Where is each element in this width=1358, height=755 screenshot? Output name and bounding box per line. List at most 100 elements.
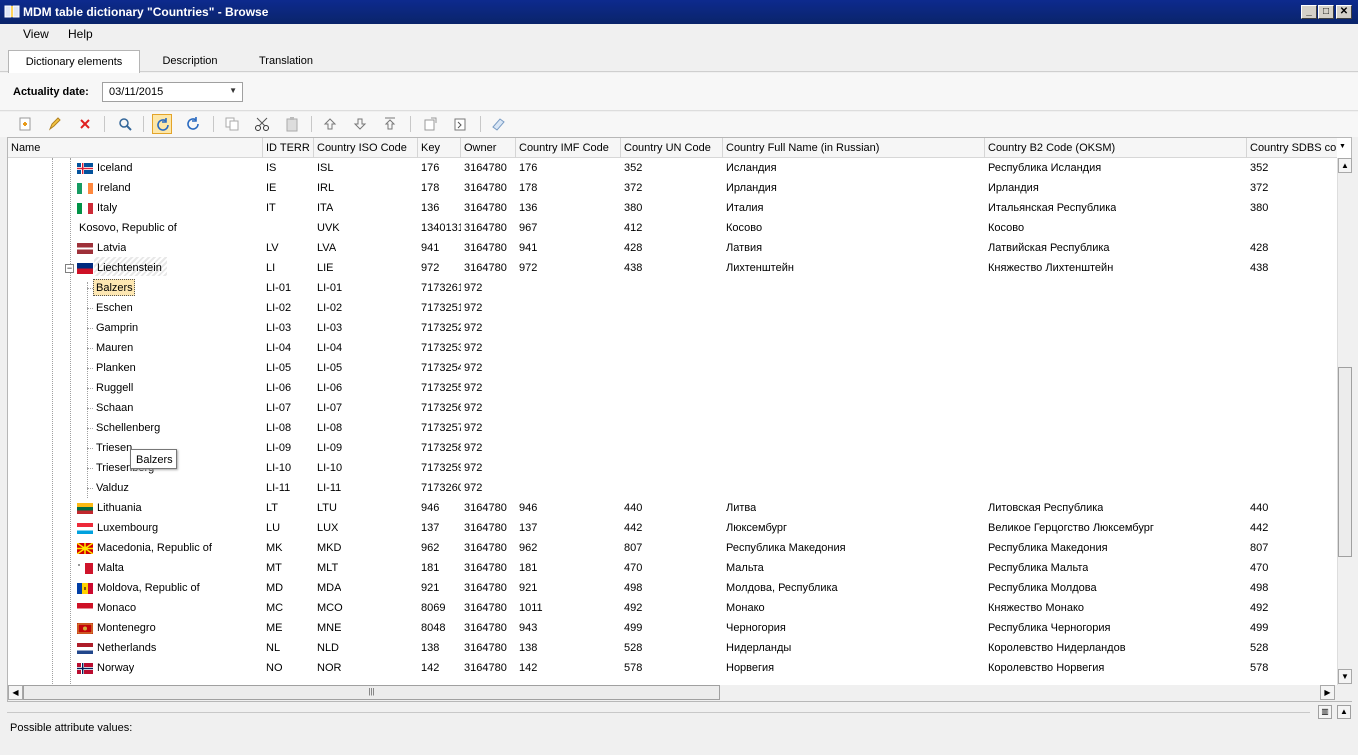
cell-key[interactable]: 137 [421, 522, 439, 534]
cell-imf[interactable]: 962 [519, 542, 537, 554]
cell-id-terr[interactable]: LI-09 [266, 442, 291, 454]
cell-iso[interactable]: LI-09 [317, 442, 342, 454]
cell-key[interactable]: 1340131 [421, 222, 461, 234]
cell-iso[interactable]: LI-08 [317, 422, 342, 434]
cell-iso[interactable]: MCO [317, 602, 343, 614]
cell-key[interactable]: 136 [421, 202, 439, 214]
column-header-id-terr[interactable]: ID TERR [263, 138, 314, 158]
cell-key[interactable]: 7173254 [421, 362, 461, 374]
cell-un[interactable]: 578 [624, 662, 642, 674]
maximize-button[interactable]: □ [1318, 5, 1334, 19]
cell-id-terr[interactable]: LI-01 [266, 282, 291, 294]
cell-un[interactable]: 352 [624, 162, 642, 174]
cell-un[interactable]: 470 [624, 562, 642, 574]
cell-key[interactable]: 972 [421, 262, 439, 274]
cell-imf[interactable]: 142 [519, 662, 537, 674]
cell-name[interactable]: Schellenberg [96, 422, 160, 434]
cell-sdbs[interactable]: 372 [1250, 182, 1268, 194]
refresh-active-button[interactable] [152, 114, 172, 134]
cell-key[interactable]: 176 [421, 162, 439, 174]
cell-full-name-ru[interactable]: Исландия [726, 162, 777, 174]
cell-owner[interactable]: 972 [464, 422, 482, 434]
cell-full-name-ru[interactable]: Ирландия [726, 182, 777, 194]
cell-sdbs[interactable]: 499 [1250, 622, 1268, 634]
cell-sdbs[interactable]: 428 [1250, 242, 1268, 254]
table-row[interactable]: Latvia LV LVA 941 3164780 941 428 Латвия Латвийс… [8, 238, 1336, 258]
cell-key[interactable]: 8048 [421, 622, 445, 634]
table-row[interactable]: Triesenberg LI-10 LI-10 7173259 972 [8, 458, 1336, 478]
cell-imf[interactable]: 967 [519, 222, 537, 234]
scroll-down-icon[interactable]: ▼ [1338, 669, 1352, 684]
vertical-scroll-thumb[interactable] [1338, 367, 1352, 557]
cell-sdbs[interactable]: 528 [1250, 642, 1268, 654]
cell-key[interactable]: 7173255 [421, 382, 461, 394]
column-menu-icon[interactable]: ▼ [1339, 143, 1346, 150]
cell-owner[interactable]: 3164780 [464, 562, 507, 574]
edit-button[interactable] [45, 114, 65, 134]
cell-name[interactable]: Triesen [96, 442, 132, 454]
cell-un[interactable]: 440 [624, 502, 642, 514]
table-row[interactable]: Triesen LI-09 LI-09 7173258 972 [8, 438, 1336, 458]
cell-imf[interactable]: 941 [519, 242, 537, 254]
scroll-left-icon[interactable]: ◀ [8, 685, 23, 700]
cell-key[interactable]: 7173260 [421, 482, 461, 494]
table-row[interactable]: Norway NO NOR 142 3164780 142 578 Норвегия Корол… [8, 658, 1336, 678]
delete-button[interactable] [75, 114, 95, 134]
table-row[interactable]: Monaco MC MCO 8069 3164780 1011 492 Монако Княже… [8, 598, 1336, 618]
cell-owner[interactable]: 972 [464, 282, 482, 294]
column-header-iso[interactable]: Country ISO Code [314, 138, 418, 158]
table-row[interactable]: Mauren LI-04 LI-04 7173253 972 [8, 338, 1336, 358]
cell-full-name-ru[interactable]: Монако [726, 602, 765, 614]
cell-iso[interactable]: MDA [317, 582, 341, 594]
column-header-b2[interactable]: Country B2 Code (OKSM) [985, 138, 1247, 158]
cell-sdbs[interactable]: 807 [1250, 542, 1268, 554]
cell-owner[interactable]: 3164780 [464, 602, 507, 614]
cell-sdbs[interactable]: 380 [1250, 202, 1268, 214]
horizontal-scrollbar[interactable]: ◀ ||| ▶ [8, 685, 1352, 701]
cell-name[interactable]: Malta [97, 562, 124, 574]
cell-iso[interactable]: LUX [317, 522, 338, 534]
table-row[interactable]: Ireland IE IRL 178 3164780 178 372 Ирландия Ирла… [8, 178, 1336, 198]
cell-name[interactable]: Netherlands [97, 642, 156, 654]
cell-key[interactable]: 941 [421, 242, 439, 254]
table-row[interactable]: Planken LI-05 LI-05 7173254 972 [8, 358, 1336, 378]
cell-owner[interactable]: 972 [464, 382, 482, 394]
cell-b2[interactable]: Королевство Норвегия [988, 662, 1104, 674]
cell-iso[interactable]: LIE [317, 262, 334, 274]
cell-un[interactable]: 528 [624, 642, 642, 654]
cell-owner[interactable]: 3164780 [464, 222, 507, 234]
tab-description[interactable]: Description [140, 50, 240, 73]
cell-name[interactable]: Macedonia, Republic of [97, 542, 212, 554]
cell-un[interactable]: 499 [624, 622, 642, 634]
cell-name[interactable]: Balzers [96, 282, 133, 294]
collapse-panel-icon[interactable]: ▲ [1337, 705, 1351, 719]
cell-sdbs[interactable]: 438 [1250, 262, 1268, 274]
cell-name[interactable]: Planken [96, 362, 136, 374]
table-row[interactable]: Moldova, Republic of MD MDA 921 3164780 921 49… [8, 578, 1336, 598]
cell-b2[interactable]: Республика Молдова [988, 582, 1097, 594]
cell-full-name-ru[interactable]: Косово [726, 222, 762, 234]
cell-un[interactable]: 442 [624, 522, 642, 534]
export-button[interactable] [420, 114, 440, 134]
cell-key[interactable]: 181 [421, 562, 439, 574]
new-button[interactable] [15, 114, 35, 134]
column-header-sdbs[interactable]: Country SDBS co [1247, 138, 1337, 158]
cell-imf[interactable]: 946 [519, 502, 537, 514]
cell-sdbs[interactable]: 470 [1250, 562, 1268, 574]
cell-iso[interactable]: LI-04 [317, 342, 342, 354]
cell-key[interactable]: 7173258 [421, 442, 461, 454]
cell-id-terr[interactable]: NL [266, 642, 280, 654]
table-row[interactable]: Schellenberg LI-08 LI-08 7173257 972 [8, 418, 1336, 438]
cell-imf[interactable]: 137 [519, 522, 537, 534]
tab-translation[interactable]: Translation [240, 50, 332, 73]
close-button[interactable]: ✕ [1336, 5, 1352, 19]
table-row[interactable]: Iceland IS ISL 176 3164780 176 352 Исландия Респ… [8, 158, 1336, 178]
cell-id-terr[interactable]: LT [266, 502, 278, 514]
cell-b2[interactable]: Республика Мальта [988, 562, 1088, 574]
cell-owner[interactable]: 972 [464, 482, 482, 494]
table-row[interactable]: Malta MT MLT 181 3164780 181 470 Мальта Республи… [8, 558, 1336, 578]
cell-id-terr[interactable]: LI-03 [266, 322, 291, 334]
cell-key[interactable]: 7173257 [421, 422, 461, 434]
cell-id-terr[interactable]: IS [266, 162, 276, 174]
cell-sdbs[interactable]: 578 [1250, 662, 1268, 674]
